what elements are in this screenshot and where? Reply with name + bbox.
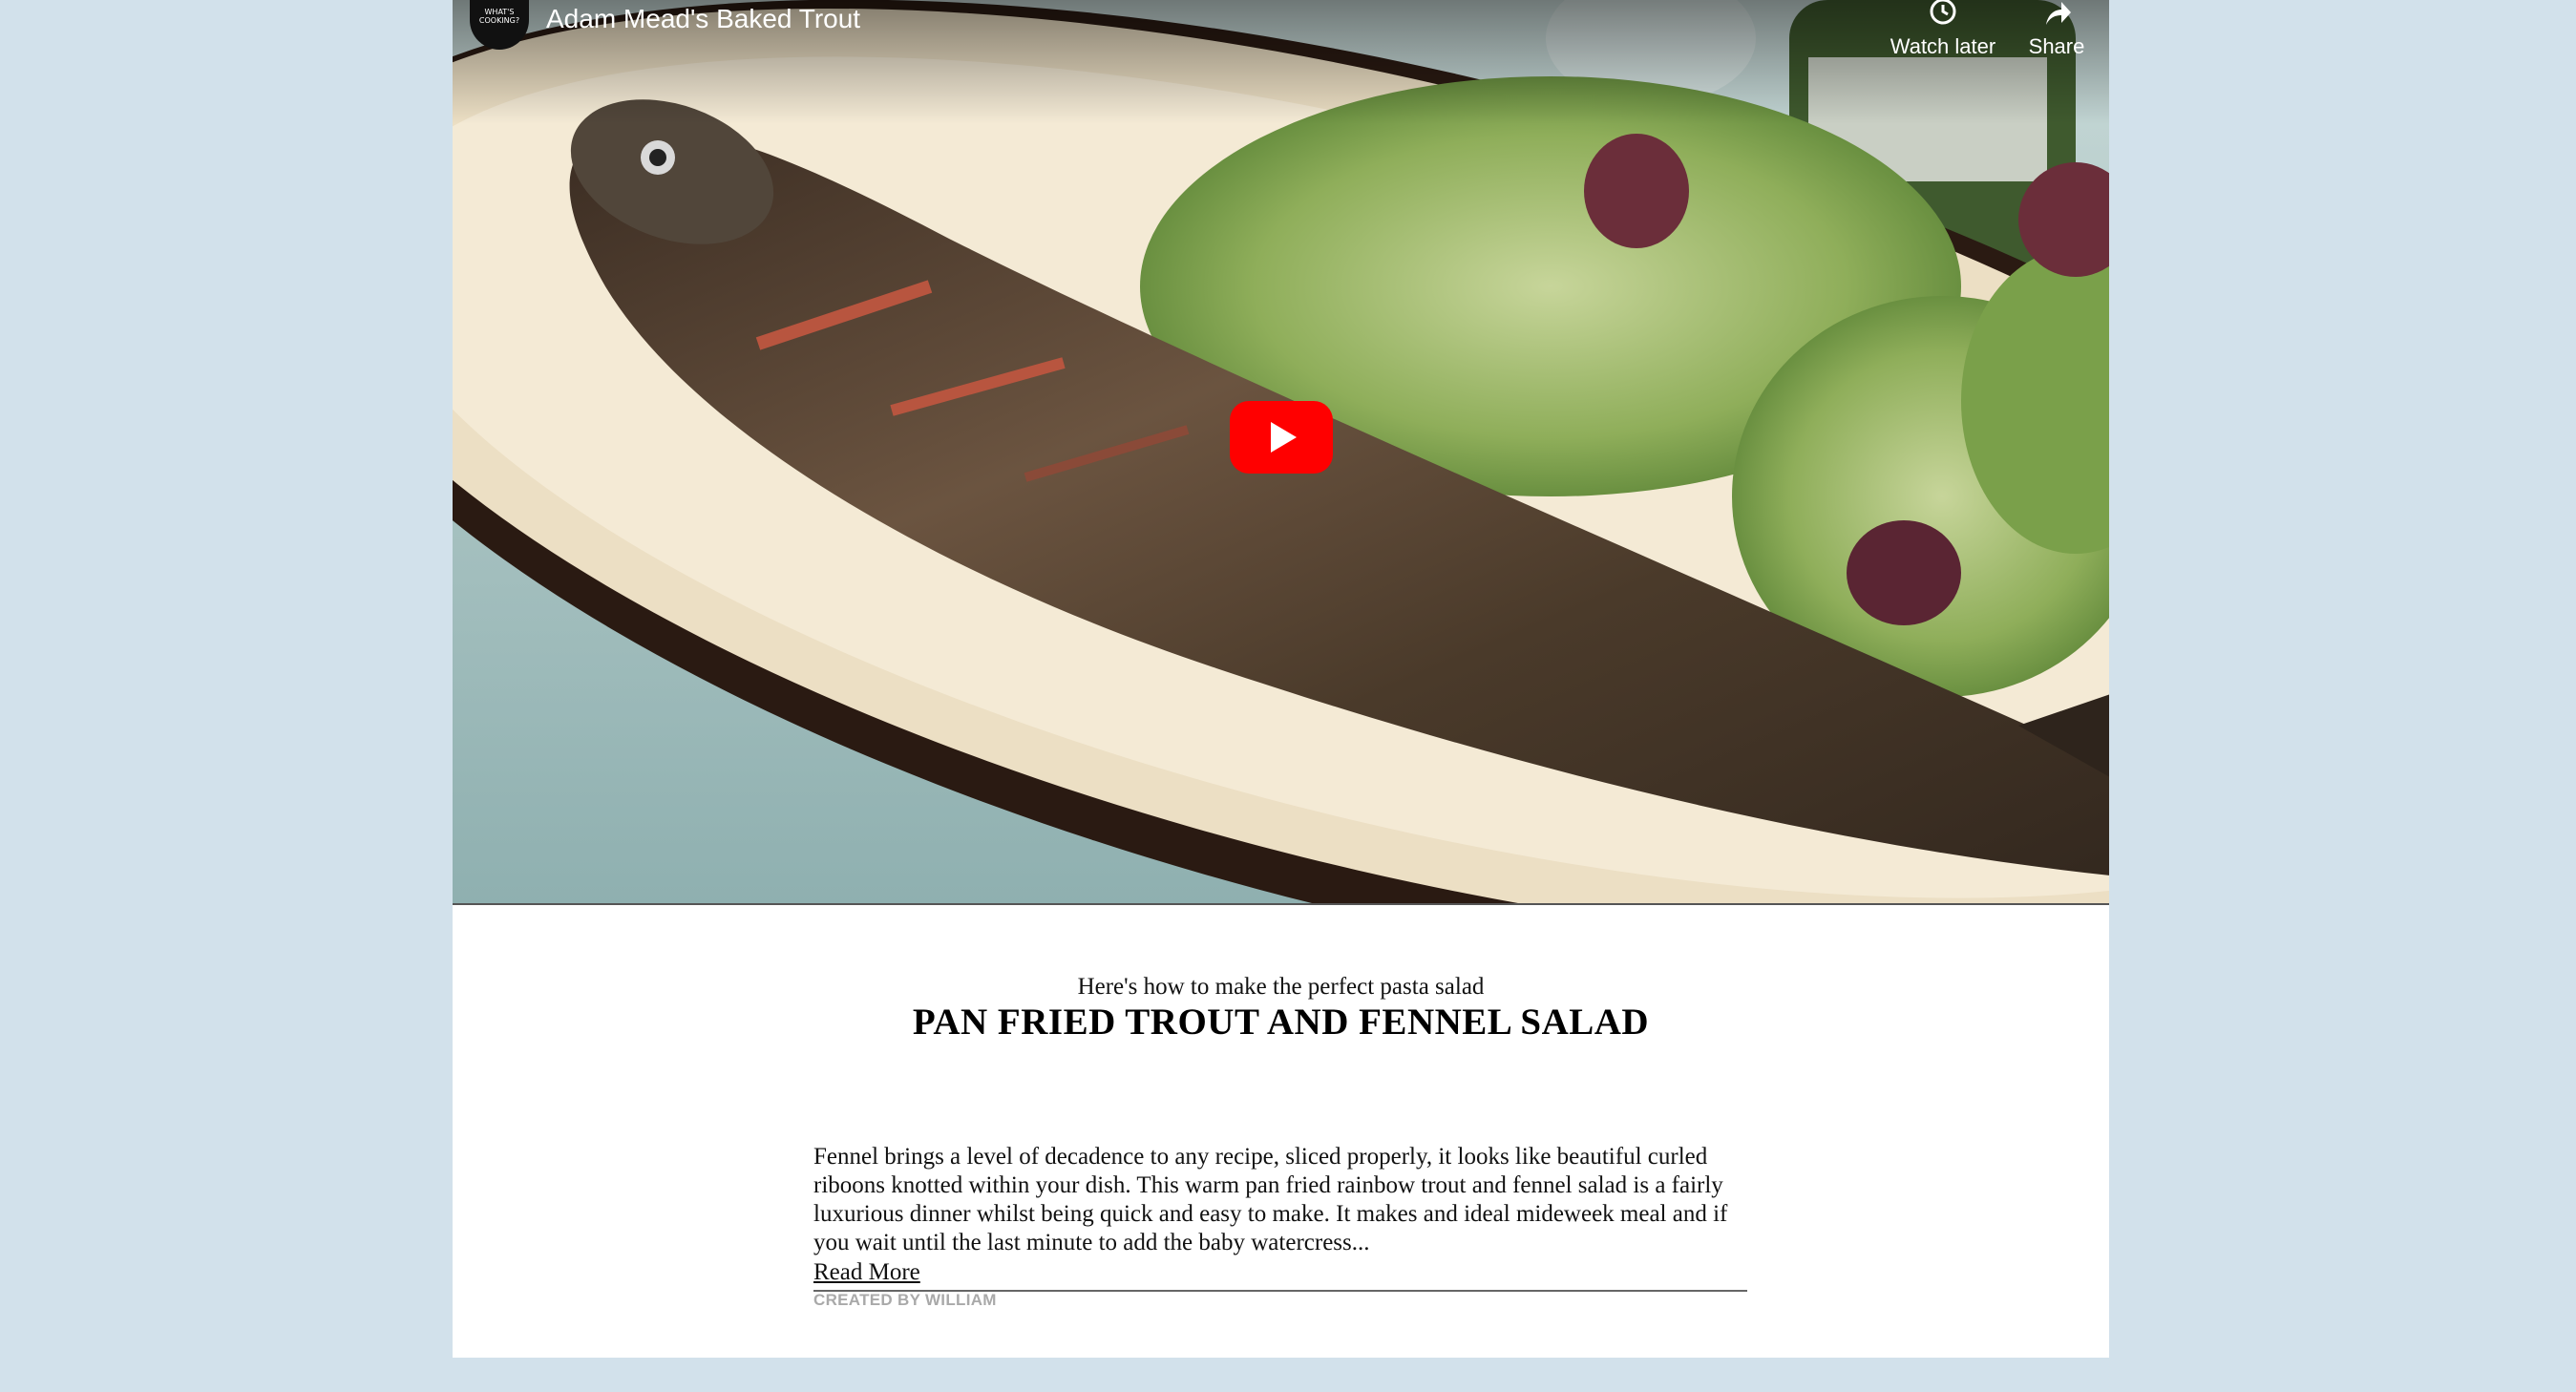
read-more-link[interactable]: Read More [813,1259,920,1286]
watch-later-button[interactable]: Watch later [1881,0,2005,59]
watch-later-label: Watch later [1890,34,1996,58]
video-player[interactable]: WHAT'S COOKING? Adam Mead's Baked Trout … [453,0,2109,904]
share-button[interactable]: Share [2018,0,2095,59]
share-arrow-icon [2018,0,2095,32]
article-title: PAN FRIED TROUT AND FENNEL SALAD [912,1002,1650,1043]
youtube-play-icon [1230,401,1333,474]
article-body: Fennel brings a level of decadence to an… [813,1144,1728,1255]
clock-icon [1881,0,2005,32]
article-subtitle: Here's how to make the perfect pasta sal… [1077,974,1485,1000]
video-title[interactable]: Adam Mead's Baked Trout [546,4,860,34]
youtube-play-button[interactable] [1230,401,1333,474]
recipe-card: WHAT'S COOKING? Adam Mead's Baked Trout … [453,0,2109,1358]
channel-logo-text: WHAT'S COOKING? [478,8,520,25]
share-label: Share [2028,34,2085,58]
video-divider [453,903,2109,905]
author-credit: CREATED BY WILLIAM [813,1291,997,1309]
